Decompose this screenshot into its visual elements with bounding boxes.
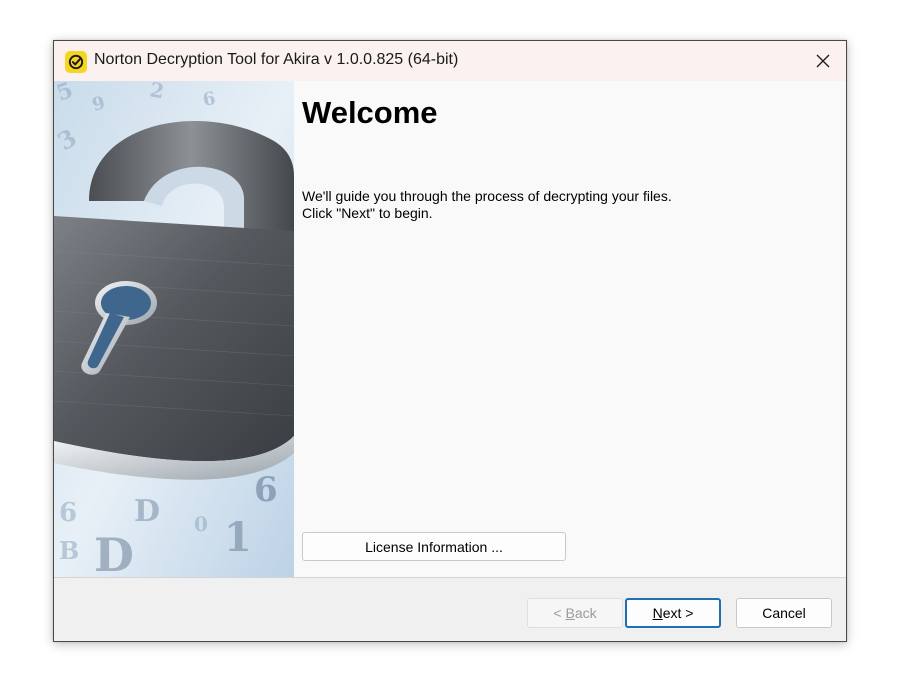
- welcome-panel: Welcome We'll guide you through the proc…: [294, 81, 846, 577]
- welcome-heading: Welcome: [302, 95, 438, 130]
- padlock-banner-image: 5 9 2 6 3 8 4 7 6 1 D D 6 B 0: [54, 81, 294, 577]
- next-button[interactable]: Next >: [625, 598, 721, 628]
- svg-text:0: 0: [194, 512, 208, 536]
- description-line-2: Click "Next" to begin.: [302, 205, 433, 221]
- back-button-accesskey: B: [565, 605, 575, 621]
- close-icon: [816, 54, 830, 68]
- window-title: Norton Decryption Tool for Akira v 1.0.0…: [94, 51, 459, 68]
- next-button-label: ext >: [662, 605, 694, 621]
- license-information-button[interactable]: License Information ...: [302, 532, 566, 561]
- svg-text:6: 6: [59, 498, 77, 528]
- svg-text:B: B: [59, 536, 79, 565]
- back-button-label: ack: [574, 605, 597, 621]
- back-button[interactable]: < Back: [527, 598, 623, 628]
- description-line-1: We'll guide you through the process of d…: [302, 188, 672, 204]
- next-button-accesskey: N: [652, 605, 663, 621]
- cancel-button[interactable]: Cancel: [736, 598, 832, 628]
- title-bar: Norton Decryption Tool for Akira v 1.0.0…: [54, 41, 846, 81]
- svg-text:6: 6: [254, 470, 278, 510]
- norton-check-icon: [65, 51, 87, 73]
- svg-text:D: D: [134, 494, 160, 529]
- close-button[interactable]: [800, 41, 846, 81]
- svg-text:D: D: [94, 528, 134, 577]
- back-button-prefix: <: [553, 605, 566, 621]
- button-bar: < Back Next > Cancel: [54, 578, 846, 641]
- welcome-description: We'll guide you through the process of d…: [302, 188, 672, 222]
- decryption-tool-dialog: Norton Decryption Tool for Akira v 1.0.0…: [53, 40, 847, 642]
- svg-text:1: 1: [224, 514, 252, 561]
